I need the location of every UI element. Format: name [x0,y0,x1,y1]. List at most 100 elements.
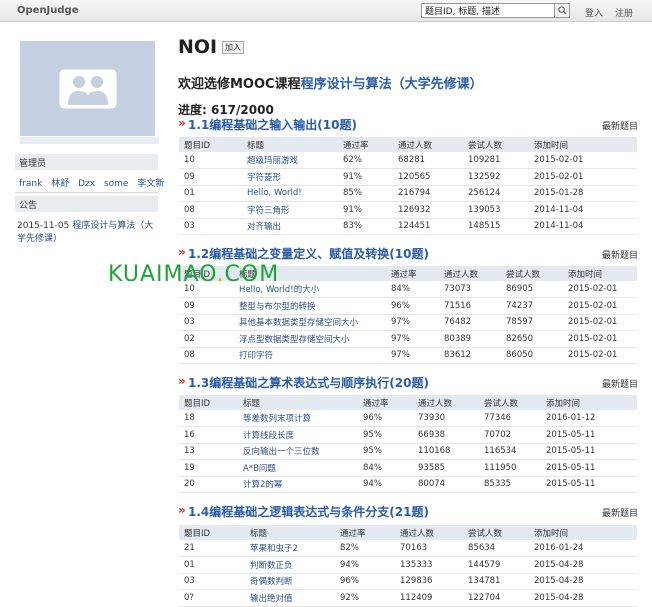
table-row[interactable]: 20 计算2的幂 94% 80074 85335 2015-05-11 [179,476,637,493]
attempt-count: 111950 [479,459,541,477]
notice-item[interactable]: 2015-11-05 程序设计与算法（大学先修课） [17,220,159,246]
table-row[interactable]: 01 判断数正负 94% 135333 144579 2015-04-28 [179,556,637,574]
admin-link[interactable]: 李文新 [137,179,164,189]
course-link[interactable]: 程序设计与算法（大学先修课） [301,77,483,92]
admin-link[interactable]: 林舒 [51,179,69,189]
problem-title[interactable]: Hello, World! [242,185,338,202]
problem-title[interactable]: 字符三角形 [242,201,338,219]
table-row[interactable]: 03 奇偶数判断 96% 129836 134781 2015-04-28 [179,573,637,590]
col-header: 题目ID [179,525,245,540]
problem-title[interactable]: 输出绝对值 [245,589,335,607]
col-header: 添加时间 [529,525,637,540]
added-date: 2015-05-11 [541,476,637,493]
attempt-count: 82650 [501,330,563,348]
problem-title[interactable]: 对齐输出 [242,218,338,235]
added-date: 2015-02-01 [529,168,637,186]
table-row[interactable]: 08 字符三角形 91% 126932 139053 2014-11-04 [179,201,637,219]
section-title[interactable]: 1.4编程基础之逻辑表达式与条件分支(21题) [188,503,429,520]
problem-title[interactable]: 其他基本数据类型存储空间大小 [234,314,386,331]
table-row[interactable]: 10 超级玛丽游戏 62% 68281 109281 2015-02-01 [179,152,637,169]
problem-title[interactable]: 超级玛丽游戏 [242,152,338,169]
attempt-count: 122704 [463,589,529,607]
pass-rate: 97% [386,347,439,364]
problem-title[interactable]: 计算线段长度 [238,426,358,444]
problem-title[interactable]: A*B问题 [238,459,358,477]
admin-link[interactable]: Dzx [78,179,95,189]
problem-title[interactable]: 等差数列末项计算 [238,410,358,427]
pass-rate: 84% [358,459,413,477]
login-link[interactable]: 登入 [585,6,603,19]
watermark-text: KUAIMAO [108,262,217,287]
problem-title[interactable]: 计算2的幂 [238,476,358,493]
pass-count: 120565 [393,168,463,186]
attempt-count: 74237 [501,297,563,315]
table-row[interactable]: 08 打印字符 97% 83612 86050 2015-02-01 [179,347,637,364]
latest-problems-link[interactable]: 最新题目 [602,248,638,261]
notice-date: 2015-11-05 [17,221,70,231]
added-date: 2014-11-04 [529,218,637,235]
pass-count: 126932 [393,201,463,219]
table-row[interactable]: 21 苹果和虫子2 82% 70163 85634 2016-01-24 [179,540,637,557]
pass-count: 73073 [439,281,501,298]
pass-count: 66938 [413,426,479,444]
table-row[interactable]: 01 Hello, World! 85% 216794 256124 2015-01-28 [179,185,637,202]
welcome-prefix: 欢迎选修MOOC课程 [178,77,301,92]
search-button[interactable] [555,3,570,18]
table-row[interactable]: 13 反向输出一个三位数 95% 110168 116534 2015-05-11 [179,443,637,460]
latest-problems-link[interactable]: 最新题目 [602,119,638,132]
join-button[interactable]: 加入 [222,41,244,54]
admin-link[interactable]: some [104,179,129,189]
table-row[interactable]: 09 整型与布尔型的转换 96% 71516 74237 2015-02-01 [179,297,637,315]
problem-title[interactable]: 反向输出一个三位数 [238,443,358,460]
problem-title[interactable]: 奇偶数判断 [245,573,335,590]
col-header: 标题 [238,395,358,410]
section-title[interactable]: 1.2编程基础之变量定义、赋值及转换(10题) [188,245,429,262]
added-date: 2016-01-24 [529,540,637,557]
added-date: 2014-11-04 [529,201,637,219]
col-header: 尝试人数 [463,525,529,540]
table-row[interactable]: 03 其他基本数据类型存储空间大小 97% 76482 78597 2015-02-01 [179,314,637,331]
problem-id: 03 [179,314,234,331]
problem-id: 01 [179,185,242,202]
problem-title[interactable]: 打印字符 [234,347,386,364]
site-brand[interactable]: OpenJudge [17,5,79,16]
problem-title[interactable]: 字符菱形 [242,168,338,186]
attempt-count: 86050 [501,347,563,364]
table-row[interactable]: 09 字符菱形 91% 120565 132592 2015-02-01 [179,168,637,186]
added-date: 2016-01-12 [541,410,637,427]
latest-problems-link[interactable]: 最新题目 [602,377,638,390]
problem-title[interactable]: 判断数正负 [245,556,335,574]
problem-title[interactable]: 苹果和虫子2 [245,540,335,557]
search-input[interactable] [421,3,555,18]
table-row[interactable]: 16 计算线段长度 95% 66938 70702 2015-05-11 [179,426,637,444]
pass-rate: 97% [386,330,439,348]
section-title[interactable]: 1.3编程基础之算术表达式与顺序执行(20题) [188,374,429,391]
table-row[interactable]: 02 浮点型数据类型存储空间大小 97% 80389 82650 2015-02-01 [179,330,637,348]
attempt-count: 77346 [479,410,541,427]
problem-table: 题目ID 标题 通过率 通过人数 尝试人数 添加时间 21 苹果和虫子2 82% 70… [179,525,637,607]
added-date: 2015-04-28 [529,556,637,574]
pass-rate: 85% [338,185,393,202]
table-header-row: 题目ID 标题 通过率 通过人数 尝试人数 添加时间 [179,137,637,152]
register-link[interactable]: 注册 [615,6,633,19]
problem-table: 题目ID 标题 通过率 通过人数 尝试人数 添加时间 10 超级玛丽游戏 62% 68… [179,137,637,235]
table-header-row: 题目ID 标题 通过率 通过人数 尝试人数 添加时间 [179,525,637,540]
problem-title[interactable]: 浮点型数据类型存储空间大小 [234,330,386,348]
table-row[interactable]: 19 A*B问题 84% 93585 111950 2015-05-11 [179,459,637,477]
section-title[interactable]: 1.1编程基础之输入输出(10题) [188,116,357,133]
added-date: 2015-02-01 [563,281,637,298]
table-row[interactable]: 03 对齐输出 83% 124451 148515 2014-11-04 [179,218,637,235]
table-row[interactable]: 18 等差数列末项计算 96% 73930 77346 2016-01-12 [179,410,637,427]
table-row[interactable]: 0? 输出绝对值 92% 112409 122704 2015-04-28 [179,589,637,607]
table-header-row: 题目ID 标题 通过率 通过人数 尝试人数 添加时间 [179,395,637,410]
pass-count: 76482 [439,314,501,331]
problem-title[interactable]: 整型与布尔型的转换 [234,297,386,315]
added-date: 2015-04-28 [529,573,637,590]
col-header: 标题 [245,525,335,540]
added-date: 2015-02-01 [563,314,637,331]
latest-problems-link[interactable]: 最新题目 [602,506,638,519]
attempt-count: 134781 [463,573,529,590]
admin-link[interactable]: frank [19,179,42,189]
users-icon [59,69,116,108]
problem-table: 题目ID 标题 通过率 通过人数 尝试人数 添加时间 18 等差数列末项计算 96%… [179,395,637,493]
